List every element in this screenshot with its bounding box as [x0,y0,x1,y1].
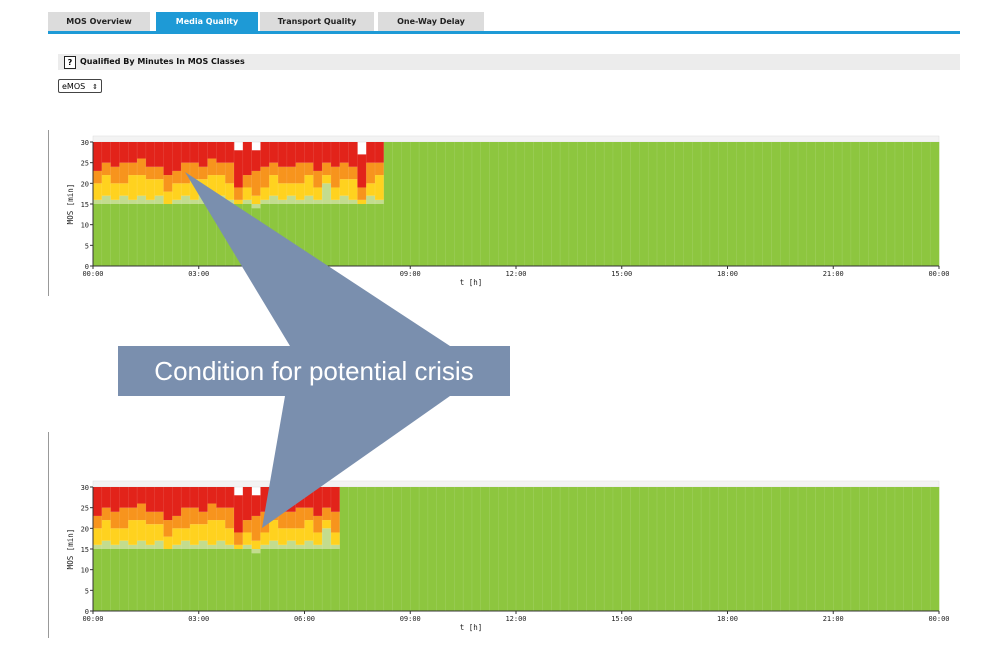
callout-arrow-up [185,172,450,346]
callout-box: Condition for potential crisis [118,346,510,396]
callout-text: Condition for potential crisis [154,356,474,386]
callout-arrow-down [262,396,450,528]
callout-arrows [185,172,450,528]
